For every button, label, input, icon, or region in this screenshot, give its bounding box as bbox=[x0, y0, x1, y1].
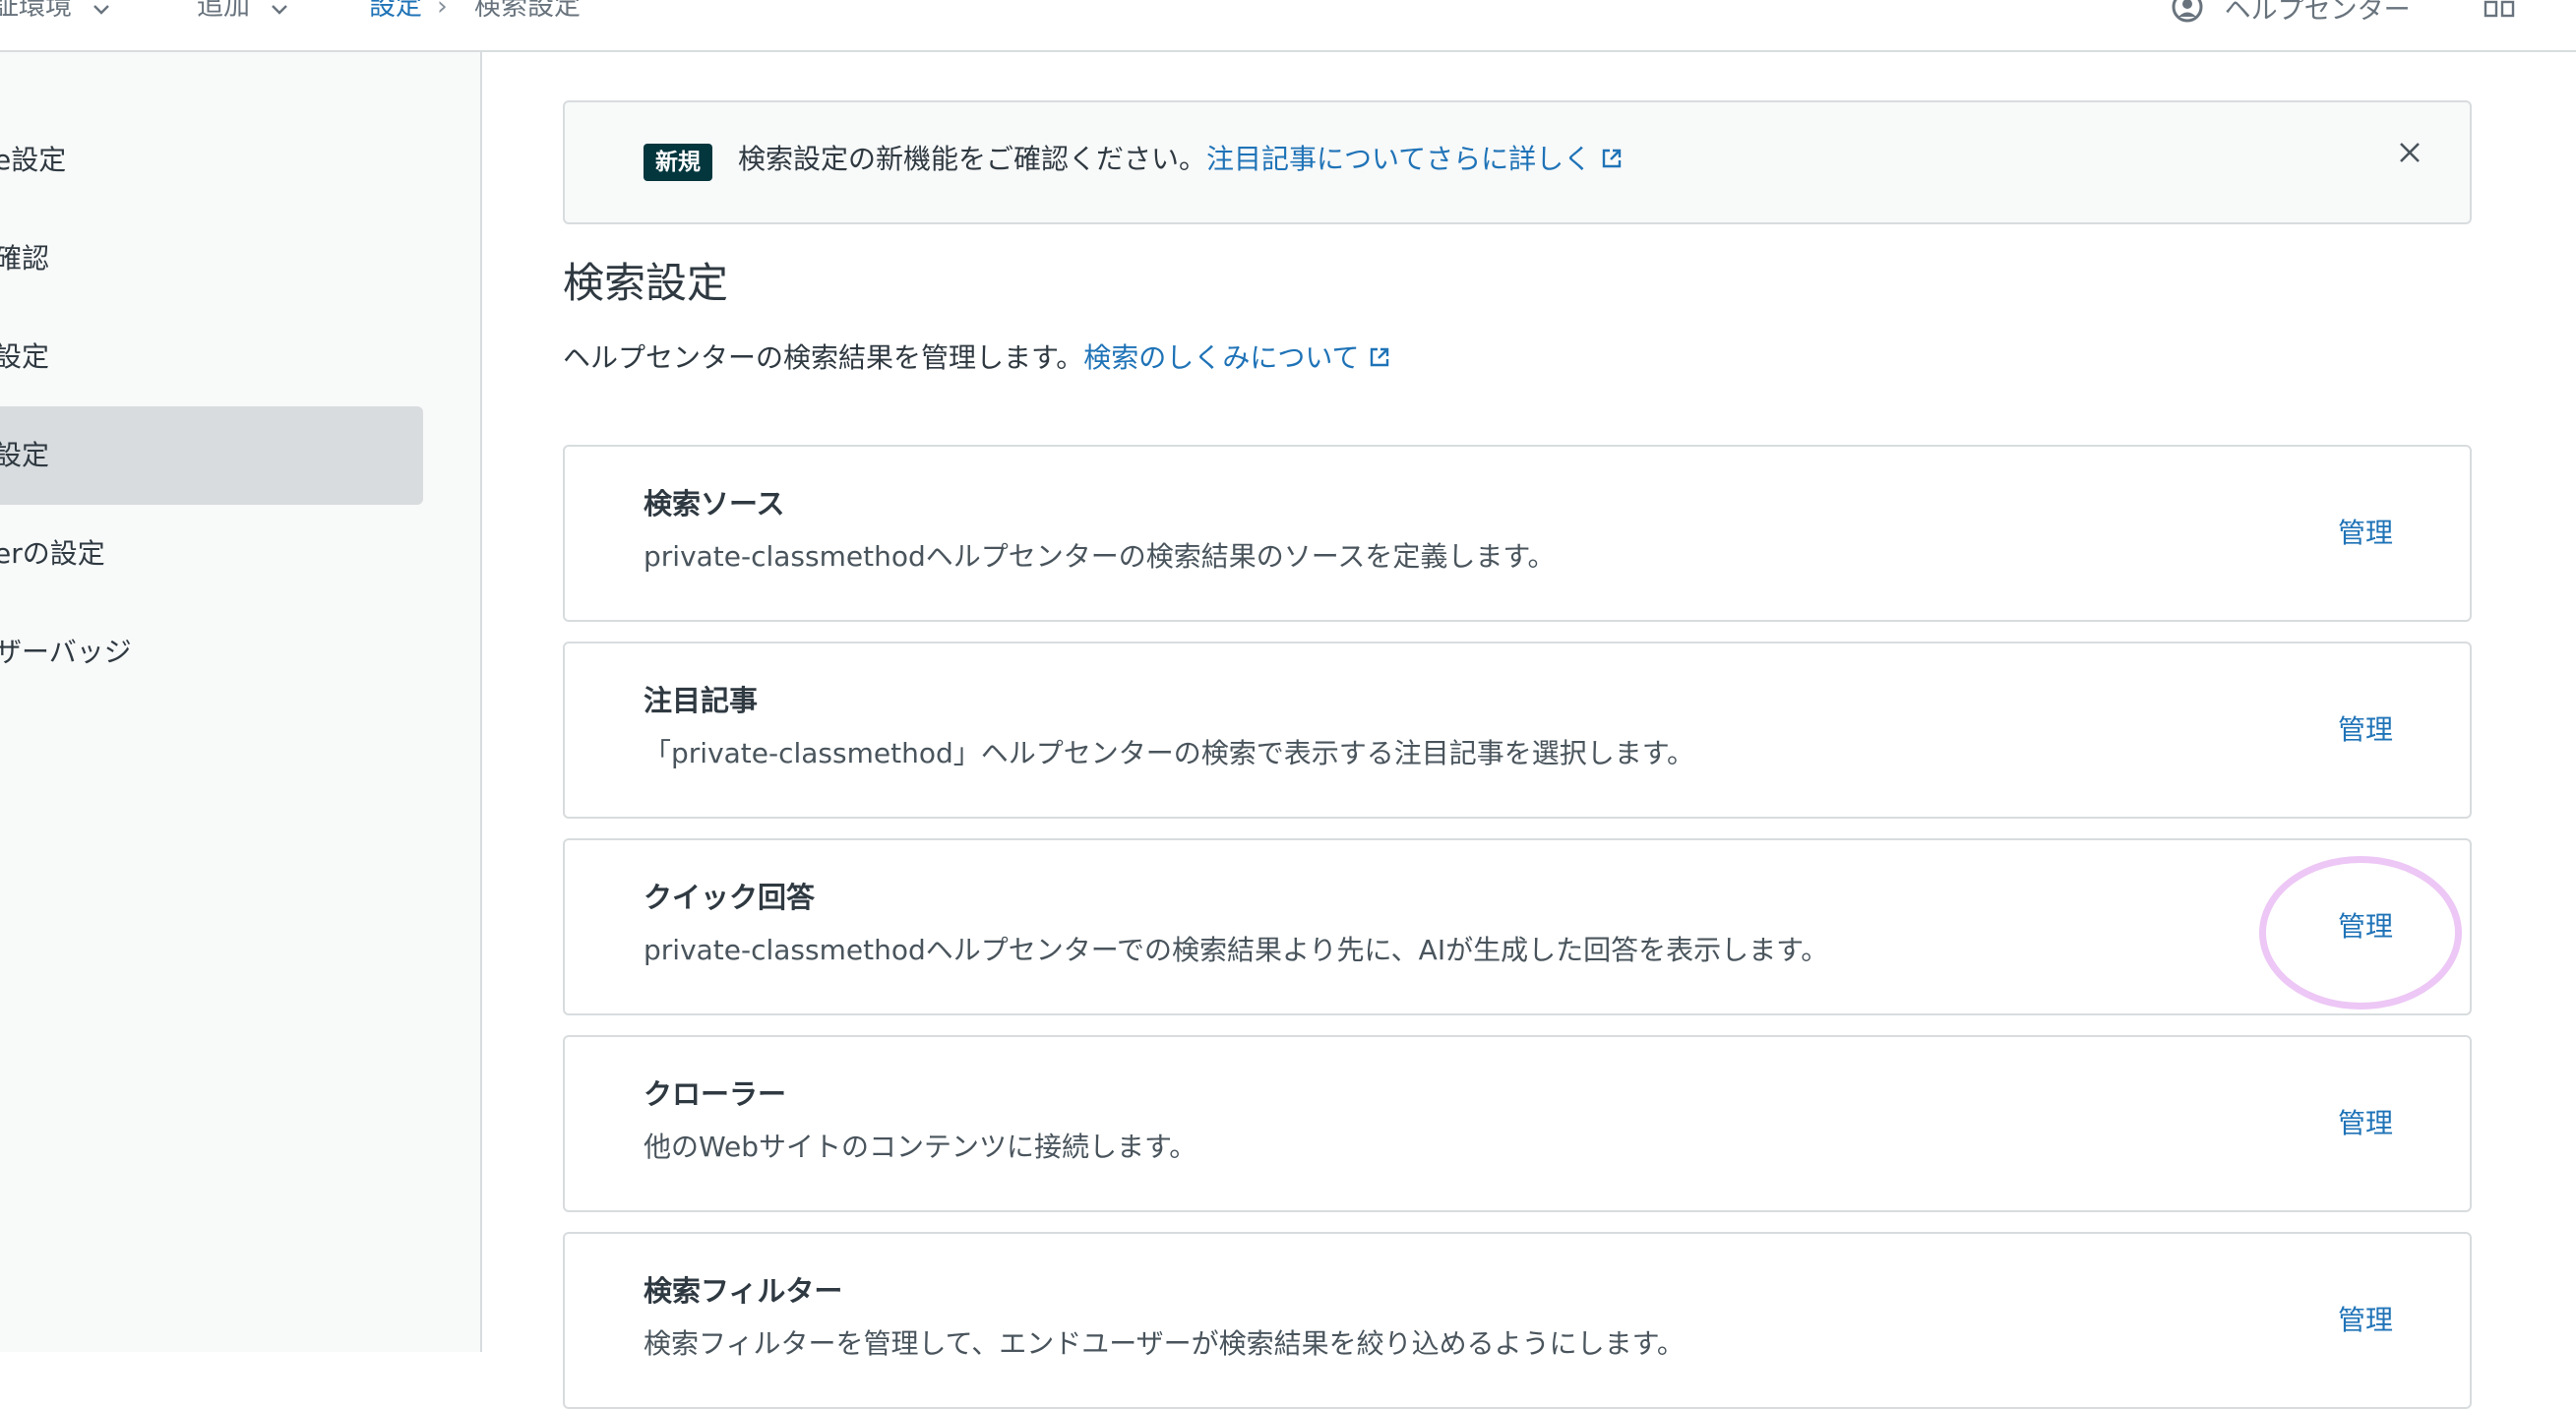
banner-link-label: 注目記事についてさらに詳しく bbox=[1206, 143, 1592, 175]
add-label: 追加 bbox=[197, 0, 250, 22]
sidebar-item-label: 設定 bbox=[0, 340, 50, 373]
help-center-label: ヘルプセンター bbox=[2224, 0, 2411, 26]
manage-featured-articles-link[interactable]: 管理 bbox=[2338, 710, 2393, 750]
card-title: 検索フィルター bbox=[644, 1274, 843, 1308]
banner-text: 検索設定の新機能をご確認ください。 bbox=[738, 143, 1207, 175]
page-title: 検索設定 bbox=[563, 259, 729, 307]
sidebar-item-label: 設定 bbox=[0, 439, 50, 471]
card-quick-answers: クイック回答 private-classmethodヘルプセンターでの検索結果よ… bbox=[563, 838, 2472, 1015]
banner-message: 検索設定の新機能をご確認ください。注目記事についてさらに詳しく bbox=[738, 140, 1623, 180]
top-bar: 証環境 追加 設定 › 検索設定 ヘルプセンター bbox=[0, 0, 2576, 52]
manage-quick-answers-link[interactable]: 管理 bbox=[2338, 907, 2393, 947]
card-search-filters: 検索フィルター 検索フィルターを管理して、エンドユーザーが検索結果を絞り込めるよ… bbox=[563, 1232, 2472, 1409]
card-title: クイック回答 bbox=[644, 881, 816, 914]
external-link-icon bbox=[1369, 339, 1390, 379]
sidebar-item-2[interactable]: 確認 bbox=[0, 210, 423, 308]
sidebar-item-label: erの設定 bbox=[0, 537, 105, 570]
help-center-icon bbox=[2171, 0, 2204, 32]
banner-learn-more-link[interactable]: 注目記事についてさらに詳しく bbox=[1206, 143, 1623, 175]
card-title: 注目記事 bbox=[644, 684, 759, 717]
new-feature-banner: 新規 検索設定の新機能をご確認ください。注目記事についてさらに詳しく bbox=[563, 100, 2472, 224]
manage-search-filters-link[interactable]: 管理 bbox=[2338, 1301, 2393, 1340]
add-menu[interactable]: 追加 bbox=[197, 0, 288, 25]
manage-crawlers-link[interactable]: 管理 bbox=[2338, 1104, 2393, 1143]
breadcrumb-settings-link[interactable]: 設定 bbox=[369, 0, 422, 24]
how-search-works-link[interactable]: 検索のしくみについて bbox=[1083, 341, 1390, 374]
page-description-text: ヘルプセンターの検索結果を管理します。 bbox=[563, 341, 1084, 374]
sidebar-item-6[interactable]: ザーバッジ bbox=[0, 603, 423, 702]
sidebar-item-5[interactable]: erの設定 bbox=[0, 505, 423, 603]
environment-menu[interactable]: 証環境 bbox=[0, 0, 110, 25]
card-featured-articles: 注目記事 「private-classmethod」ヘルプセンターの検索で表示す… bbox=[563, 642, 2472, 819]
sidebar-item-label: ザーバッジ bbox=[0, 636, 132, 668]
sidebar-item-1[interactable]: e設定 bbox=[0, 111, 423, 210]
card-description: private-classmethodヘルプセンターの検索結果のソースを定義しま… bbox=[644, 540, 1556, 573]
how-search-works-label: 検索のしくみについて bbox=[1083, 341, 1360, 374]
sidebar-item-label: e設定 bbox=[0, 144, 67, 176]
chevron-down-icon bbox=[271, 0, 288, 25]
apps-grid-icon[interactable] bbox=[2484, 0, 2515, 24]
sidebar-item-3[interactable]: 設定 bbox=[0, 308, 423, 406]
card-search-sources: 検索ソース private-classmethodヘルプセンターの検索結果のソー… bbox=[563, 445, 2472, 622]
chevron-down-icon bbox=[92, 0, 110, 25]
card-description: private-classmethodヘルプセンターでの検索結果より先に、AIが… bbox=[644, 934, 1829, 966]
new-badge: 新規 bbox=[644, 144, 712, 181]
sidebar: e設定 確認 設定 設定 erの設定 ザーバッジ bbox=[0, 52, 482, 1352]
sidebar-item-search-settings[interactable]: 設定 bbox=[0, 406, 423, 505]
card-description: 「private-classmethod」ヘルプセンターの検索で表示する注目記事… bbox=[644, 737, 1694, 769]
breadcrumb-separator: › bbox=[437, 0, 448, 22]
breadcrumb-current: 検索設定 bbox=[474, 0, 581, 22]
close-icon[interactable] bbox=[2391, 134, 2426, 169]
card-description: 他のWebサイトのコンテンツに接続します。 bbox=[644, 1131, 1197, 1163]
manage-search-sources-link[interactable]: 管理 bbox=[2338, 514, 2393, 553]
card-description: 検索フィルターを管理して、エンドユーザーが検索結果を絞り込めるようにします。 bbox=[644, 1327, 1685, 1360]
environment-label: 証環境 bbox=[0, 0, 72, 22]
sidebar-item-label: 確認 bbox=[0, 242, 50, 275]
card-crawlers: クローラー 他のWebサイトのコンテンツに接続します。 管理 bbox=[563, 1035, 2472, 1212]
card-title: 検索ソース bbox=[644, 487, 785, 521]
card-title: クローラー bbox=[644, 1077, 787, 1111]
help-center-menu[interactable]: ヘルプセンター bbox=[2171, 0, 2411, 32]
page-description: ヘルプセンターの検索結果を管理します。検索のしくみについて bbox=[563, 338, 1390, 379]
external-link-icon bbox=[1601, 141, 1623, 180]
